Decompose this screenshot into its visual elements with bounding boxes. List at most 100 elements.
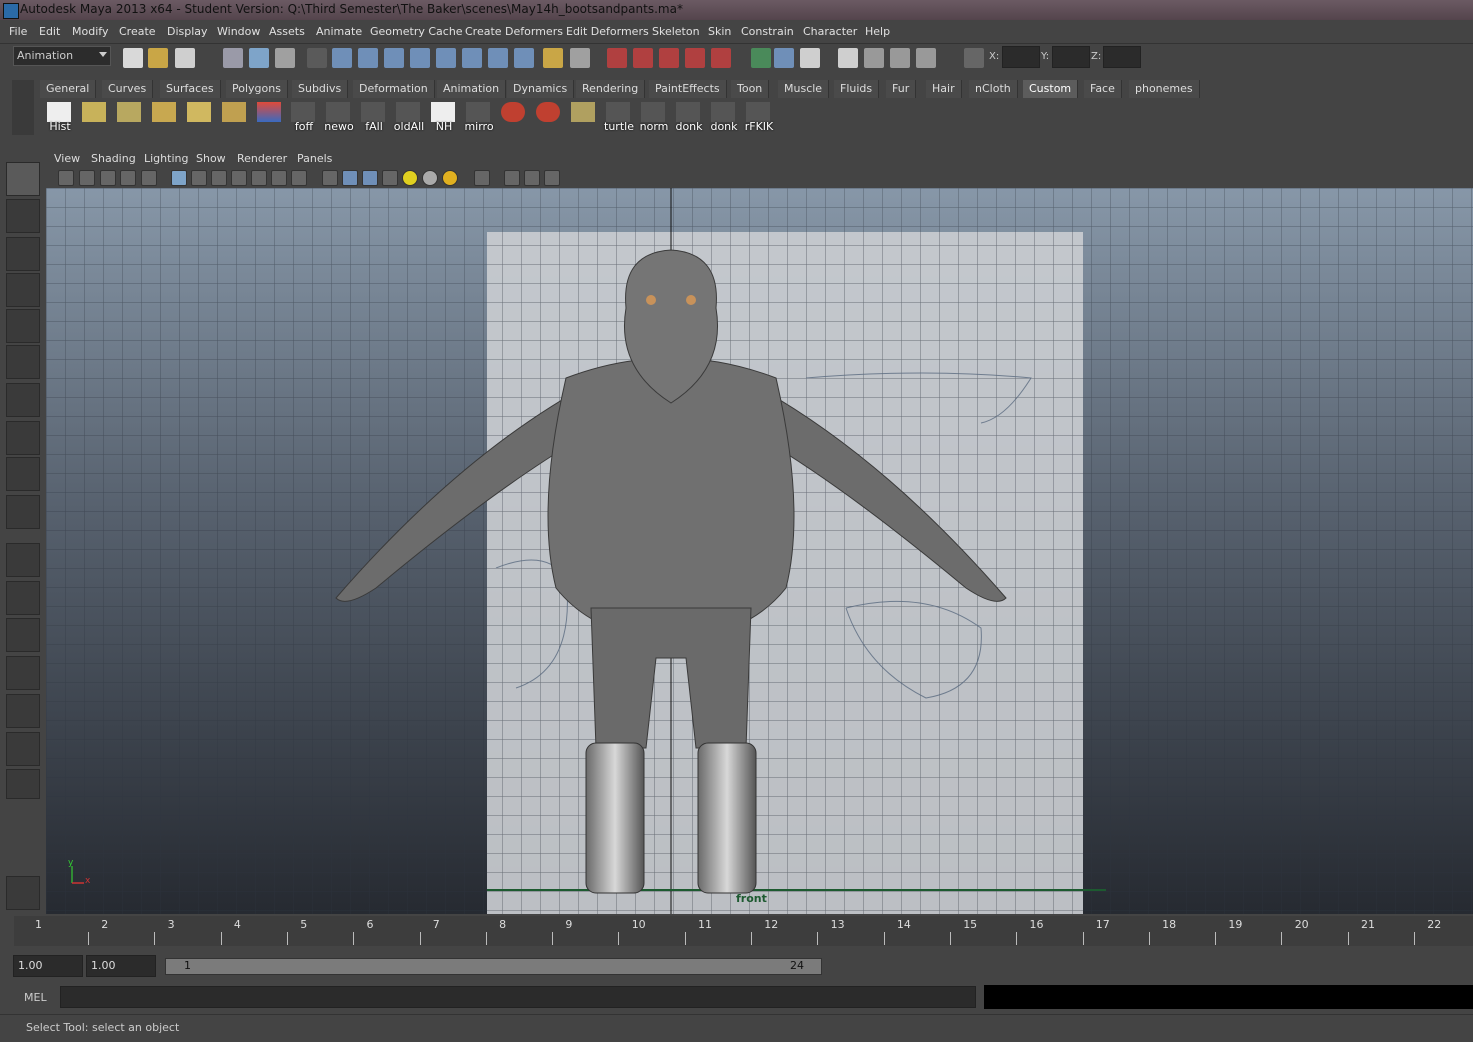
shelf-tab-face[interactable]: Face: [1084, 80, 1122, 98]
menu-edit[interactable]: Edit: [39, 25, 60, 38]
shelf-button-nh[interactable]: NH: [427, 102, 459, 134]
shelf-button-oldall[interactable]: oldAll: [392, 102, 424, 134]
sidebar-toggle-icon[interactable]: [800, 48, 820, 68]
shelf-tab-curves[interactable]: Curves: [102, 80, 154, 98]
shelf-button-donk-2[interactable]: donk: [707, 102, 739, 134]
shelf-button-rfkik[interactable]: rFKIK: [742, 102, 774, 134]
viewport-menu-renderer[interactable]: Renderer: [237, 152, 287, 165]
shelf-tab-surfaces[interactable]: Surfaces: [160, 80, 221, 98]
xray-components-icon[interactable]: [544, 170, 560, 186]
lasso-tool-icon[interactable]: [6, 199, 40, 233]
selection-mask-icon[interactable]: [307, 48, 327, 68]
last-tool-icon[interactable]: [6, 495, 40, 529]
menu-set-dropdown[interactable]: Animation: [13, 46, 111, 66]
save-scene-icon[interactable]: [175, 48, 195, 68]
snap-view-plane-icon[interactable]: [410, 48, 430, 68]
dope-sheet-layout-icon[interactable]: [6, 732, 40, 766]
select-tool-icon[interactable]: [6, 162, 40, 196]
menu-skin[interactable]: Skin: [708, 25, 731, 38]
shelf-button-hist[interactable]: Hist: [43, 102, 75, 134]
select-highlight-icon[interactable]: [570, 48, 590, 68]
z-field[interactable]: [1103, 46, 1141, 68]
make-live-icon[interactable]: [436, 48, 456, 68]
select-hierarchy-icon[interactable]: [223, 48, 243, 68]
tool-settings-brush-icon[interactable]: [6, 876, 40, 910]
modeling-toolkit-icon[interactable]: [838, 48, 858, 68]
shelf-tab-toon[interactable]: Toon: [731, 80, 770, 98]
shelf-button-turtle-shell[interactable]: [567, 102, 599, 134]
menu-character[interactable]: Character: [803, 25, 857, 38]
shelf-button-uv-grid-5[interactable]: [218, 102, 250, 134]
menu-create-deformers[interactable]: Create Deformers: [465, 25, 563, 38]
xray-joints-icon[interactable]: [524, 170, 540, 186]
paint-select-tool-icon[interactable]: [6, 237, 40, 271]
command-language-label[interactable]: MEL: [24, 991, 47, 1004]
menu-modify[interactable]: Modify: [72, 25, 108, 38]
textured-icon[interactable]: [382, 170, 398, 186]
graph-editor-layout-icon[interactable]: [6, 656, 40, 690]
transform-mode-icon[interactable]: [964, 48, 984, 68]
high-quality-lighting-icon[interactable]: [442, 170, 458, 186]
shelf-tab-muscle[interactable]: Muscle: [778, 80, 830, 98]
input-line-field-icon[interactable]: [774, 48, 794, 68]
menu-skeleton[interactable]: Skeleton: [652, 25, 700, 38]
start-time-field[interactable]: 1.00: [13, 955, 83, 977]
safe-action-icon[interactable]: [271, 170, 287, 186]
range-slider[interactable]: 1 24: [165, 958, 822, 975]
xray-icon[interactable]: [504, 170, 520, 186]
shelf-tab-fluids[interactable]: Fluids: [834, 80, 880, 98]
move-tool-icon[interactable]: [6, 273, 40, 307]
select-object-icon[interactable]: [249, 48, 269, 68]
channel-box-icon[interactable]: [864, 48, 884, 68]
snap-curve-icon[interactable]: [358, 48, 378, 68]
viewport-menu-shading[interactable]: Shading: [91, 152, 136, 165]
hypershade-layout-icon[interactable]: [6, 694, 40, 728]
hypershade-icon[interactable]: [711, 48, 731, 68]
outliner-layout-icon[interactable]: [6, 618, 40, 652]
playback-start-field[interactable]: 1.00: [86, 955, 156, 977]
scale-tool-icon[interactable]: [6, 345, 40, 379]
bookmarks-icon[interactable]: [100, 170, 116, 186]
snap-point-icon[interactable]: [384, 48, 404, 68]
shelf-button-newo[interactable]: newo: [322, 102, 354, 134]
four-view-layout-icon[interactable]: [6, 581, 40, 615]
grid-toggle-icon[interactable]: [171, 170, 187, 186]
viewport-menu-view[interactable]: View: [54, 152, 80, 165]
two-d-pan-zoom-icon[interactable]: [141, 170, 157, 186]
time-slider[interactable]: 1 2 3 4 5 6 7 8 9 10 11 12 13 14 15 16 17 18 19 20 21 22: [0, 916, 1473, 948]
shadows-icon[interactable]: [422, 170, 438, 186]
select-camera-icon[interactable]: [58, 170, 74, 186]
viewport-menu-show[interactable]: Show: [196, 152, 226, 165]
menu-animate[interactable]: Animate: [316, 25, 362, 38]
shelf-tab-painteffects[interactable]: PaintEffects: [649, 80, 727, 98]
viewport-3d-front[interactable]: y x front: [46, 188, 1473, 914]
shelf-button-uv-grid-2[interactable]: [113, 102, 145, 134]
menu-window[interactable]: Window: [217, 25, 260, 38]
smooth-shade-icon[interactable]: [342, 170, 358, 186]
single-perspective-layout-icon[interactable]: [6, 543, 40, 577]
shelf-button-uv-grid-3[interactable]: [148, 102, 180, 134]
time-slider-track[interactable]: [14, 916, 1473, 946]
use-all-lights-icon[interactable]: [402, 170, 418, 186]
shelf-tab-animation[interactable]: Animation: [437, 80, 507, 98]
input-output-icon[interactable]: [488, 48, 508, 68]
universal-manipulator-icon[interactable]: [6, 383, 40, 417]
show-manipulator-icon[interactable]: [6, 457, 40, 491]
film-gate-icon[interactable]: [191, 170, 207, 186]
shelf-tab-deformation[interactable]: Deformation: [353, 80, 435, 98]
attribute-editor-icon[interactable]: [890, 48, 910, 68]
shelf-tab-dynamics[interactable]: Dynamics: [507, 80, 575, 98]
shelf-tab-fur[interactable]: Fur: [886, 80, 917, 98]
layout-menu-icon[interactable]: [6, 769, 40, 799]
shelf-tab-rendering[interactable]: Rendering: [576, 80, 646, 98]
shelf-button-foff[interactable]: foff: [287, 102, 319, 134]
history-icon[interactable]: [462, 48, 482, 68]
shelf-button-norm[interactable]: norm: [637, 102, 669, 134]
menu-create[interactable]: Create: [119, 25, 156, 38]
shelf-tab-ncloth[interactable]: nCloth: [969, 80, 1018, 98]
input-line-mode-icon[interactable]: [751, 48, 771, 68]
shelf-tab-custom[interactable]: Custom: [1023, 80, 1079, 98]
viewport-menu-lighting[interactable]: Lighting: [144, 152, 188, 165]
gate-mask-icon[interactable]: [231, 170, 247, 186]
shelf-button-fall[interactable]: fAll: [357, 102, 389, 134]
